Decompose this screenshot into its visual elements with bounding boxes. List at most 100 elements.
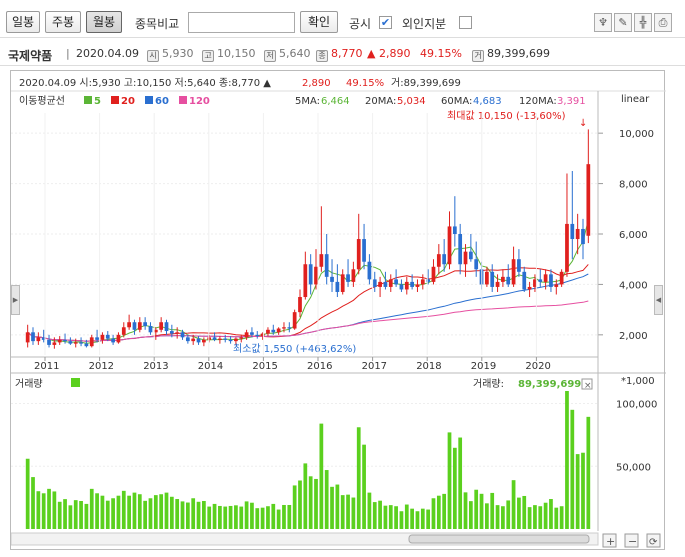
volume-bar: [506, 500, 511, 529]
volume-bar: [362, 444, 366, 529]
volume-bar: [565, 391, 569, 529]
candle-body: [84, 343, 89, 347]
volume-bar: [282, 504, 286, 529]
volume-bar: [63, 499, 67, 529]
foreign-checkbox[interactable]: [459, 16, 472, 29]
candle-body: [116, 334, 121, 343]
candle-body: [351, 269, 356, 282]
candle-body: [442, 254, 447, 265]
volume-bar: [410, 508, 414, 529]
volume-bar: [442, 493, 447, 529]
candle-body: [340, 274, 345, 292]
ma-legend-swatch: [84, 96, 92, 104]
daily-button[interactable]: 일봉: [6, 11, 40, 33]
volume-bar: [399, 511, 404, 529]
ma-label: 이동평균선: [19, 95, 65, 107]
candle-body: [185, 337, 190, 342]
foreign-label: 외인지분: [402, 17, 447, 31]
left-expand-icon[interactable]: ▶: [11, 285, 20, 315]
volume-bar: [223, 506, 228, 529]
candle-body: [372, 279, 377, 287]
candle-body: [420, 279, 425, 285]
volume-bar: [191, 498, 196, 529]
crosshair-icon[interactable]: ╬: [634, 13, 652, 32]
volume-bar: [218, 505, 222, 529]
candle-body: [538, 279, 543, 282]
pen-icon[interactable]: ✎: [614, 13, 632, 32]
candle-body: [404, 281, 409, 290]
volume-bar: [543, 502, 548, 529]
year-tick-label: 2019: [471, 361, 496, 372]
compare-label: 종목비교: [135, 17, 180, 31]
volume-bar: [351, 497, 356, 529]
ma-value-number: 5,034: [397, 96, 426, 107]
candle-body: [554, 284, 559, 287]
volume-legend-swatch: [71, 378, 80, 387]
candle-body: [266, 329, 270, 334]
volume-bar: [436, 495, 441, 529]
volume-bar: [394, 506, 398, 529]
volume-bar: [89, 488, 94, 529]
toolbar: 일봉 주봉 월봉 종목비교 확인 공시 ✔ 외인지분 ♆ ✎ ╬ ⎙: [0, 0, 685, 38]
volume-bar: [276, 509, 281, 529]
price-tick-label: 4,000: [619, 280, 648, 291]
volume-bar: [319, 423, 324, 529]
disclosure-checkbox[interactable]: ✔: [379, 16, 392, 29]
volume-label: 거래량: [15, 378, 43, 390]
candle-body: [57, 339, 62, 343]
year-tick-label: 2011: [34, 361, 59, 372]
divider: |: [66, 47, 70, 60]
price-chart-svg[interactable]: 2020.04.09 시:5,930 고:10,150 저:5,640 종:8,…: [10, 71, 666, 551]
candle-body: [143, 322, 148, 327]
candle-body: [25, 332, 30, 343]
candle-body: [415, 284, 420, 287]
info-close: 8,770: [331, 47, 363, 60]
volume-bar: [207, 506, 212, 529]
monthly-button[interactable]: 월봉: [86, 11, 122, 33]
volume-bar: [340, 495, 345, 529]
candle-body: [298, 297, 302, 313]
candle-body: [485, 271, 489, 285]
candle-body: [495, 281, 500, 287]
zoom-in-glyph: +: [606, 535, 615, 548]
volume-bar: [266, 506, 270, 529]
candle-body: [522, 271, 527, 290]
volume-bar: [159, 494, 164, 529]
chart-container[interactable]: 2020.04.09 시:5,930 고:10,150 저:5,640 종:8,…: [10, 70, 666, 551]
volume-value-label: 거래량:: [473, 378, 504, 390]
print-icon[interactable]: ⎙: [654, 13, 672, 32]
candle-body: [287, 327, 292, 329]
confirm-button[interactable]: 확인: [300, 11, 338, 33]
compare-input[interactable]: [188, 12, 295, 33]
right-expand-icon[interactable]: ◀: [654, 285, 663, 315]
volume-bar: [570, 409, 575, 529]
volume-bar: [495, 505, 500, 529]
candle-body: [100, 334, 105, 340]
volume-bar: [137, 494, 142, 529]
volume-bar: [415, 511, 420, 529]
candle-body: [308, 264, 313, 285]
weekly-button[interactable]: 주봉: [45, 11, 81, 33]
volume-bar: [180, 501, 185, 529]
candle-body: [346, 274, 350, 282]
candle-body: [586, 164, 591, 236]
volume-bar: [79, 500, 83, 529]
candle-body: [196, 338, 201, 343]
volume-bar: [271, 503, 276, 529]
scrollbar-thumb[interactable]: [408, 534, 590, 544]
zoom-out-glyph: −: [628, 535, 637, 548]
indicator-icon[interactable]: ♆: [594, 13, 612, 32]
volume-bar: [490, 492, 495, 529]
ohlc-volume: 거:89,399,699: [391, 77, 461, 89]
candle-body: [324, 254, 329, 277]
volume-bar: [511, 480, 516, 529]
year-tick-label: 2014: [198, 361, 223, 372]
volume-bar: [452, 447, 457, 529]
candle-body: [234, 338, 238, 342]
candle-body: [180, 332, 185, 338]
max-value-label: 최대값 10,150 (-13,60%): [447, 110, 566, 122]
volume-bar: [255, 508, 260, 529]
scale-label[interactable]: linear: [621, 94, 650, 105]
ma-value-number: 3,391: [557, 96, 586, 107]
candle-body: [447, 226, 452, 265]
